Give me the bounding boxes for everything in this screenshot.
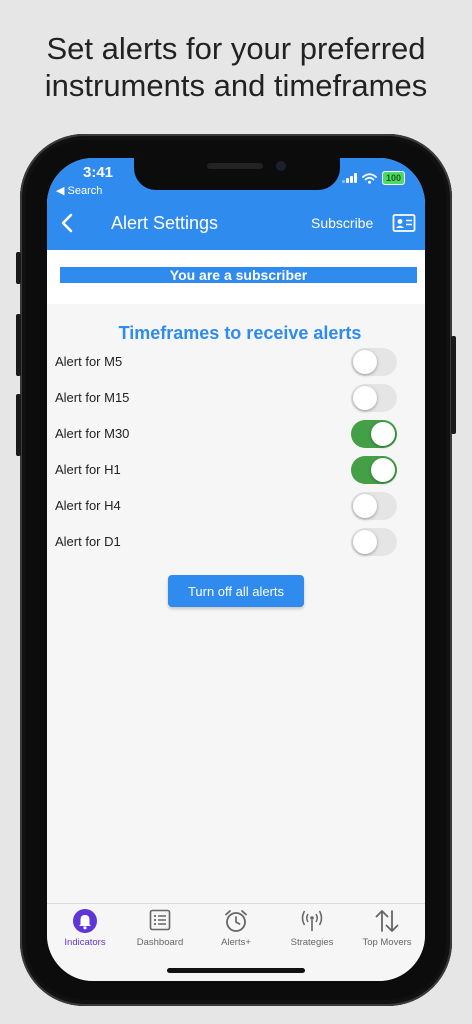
signal-icon	[341, 173, 357, 183]
status-icons: 100	[341, 171, 405, 185]
arrows-up-down-icon	[375, 910, 399, 932]
subscribe-button[interactable]: Subscribe	[311, 215, 373, 231]
toggle-h4[interactable]	[351, 492, 397, 520]
tab-label: Alerts+	[221, 937, 251, 948]
toggle-d1[interactable]	[351, 528, 397, 556]
promo-line-2: instruments and timeframes	[44, 68, 428, 103]
tab-indicators[interactable]: Indicators	[47, 904, 123, 952]
back-to-search-link[interactable]: ◀ Search	[56, 184, 102, 197]
toggle-m30[interactable]	[351, 420, 397, 448]
chevron-left-icon	[61, 213, 73, 233]
tab-label: Strategies	[290, 937, 334, 948]
alert-row-m30: Alert for M30	[55, 416, 400, 452]
alert-label: Alert for M15	[55, 390, 130, 405]
alert-label: Alert for H4	[55, 498, 121, 513]
phone-notch	[134, 158, 340, 190]
bell-icon	[73, 909, 97, 933]
tab-alerts-plus[interactable]: Alerts+	[198, 904, 274, 952]
phone-mute-button	[16, 252, 21, 284]
profile-card-button[interactable]	[392, 213, 416, 238]
app-screen: 3:41 ◀ Search 100 Alert Settings Subscri…	[47, 158, 425, 981]
back-button[interactable]	[57, 210, 77, 236]
turn-off-all-alerts-button[interactable]: Turn off all alerts	[168, 575, 304, 607]
promo-headline: Set alerts for your preferred instrument…	[0, 30, 472, 104]
page-title: Alert Settings	[111, 213, 219, 233]
alert-row-m15: Alert for M15	[55, 380, 400, 416]
home-indicator	[167, 968, 305, 973]
timeframes-title: Timeframes to receive alerts	[118, 323, 362, 343]
wifi-icon	[362, 172, 377, 184]
toggle-h1[interactable]	[351, 456, 397, 484]
alarm-clock-icon	[225, 910, 247, 932]
alert-row-d1: Alert for D1	[55, 524, 400, 560]
battery-icon: 100	[381, 171, 405, 185]
tab-top-movers[interactable]: Top Movers	[349, 904, 425, 952]
id-card-icon	[392, 214, 416, 232]
toggle-m15[interactable]	[351, 384, 397, 412]
broadcast-icon	[301, 910, 323, 931]
toggle-m5[interactable]	[351, 348, 397, 376]
alert-label: Alert for H1	[55, 462, 121, 477]
tab-label: Indicators	[64, 937, 106, 948]
list-icon	[149, 909, 171, 931]
alert-row-m5: Alert for M5	[55, 344, 400, 380]
tab-strategies[interactable]: Strategies	[274, 904, 350, 952]
phone-volume-down-button	[16, 394, 21, 456]
alert-label: Alert for D1	[55, 534, 121, 549]
alert-row-h1: Alert for H1	[55, 452, 400, 488]
subscriber-panel: You are a subscriber	[47, 250, 425, 304]
subscriber-banner: You are a subscriber	[60, 267, 417, 283]
phone-power-button	[451, 336, 456, 434]
alert-label: Alert for M30	[55, 426, 130, 441]
alert-label: Alert for M5	[55, 354, 123, 369]
alert-row-h4: Alert for H4	[55, 488, 400, 524]
tab-dashboard[interactable]: Dashboard	[122, 904, 198, 952]
promo-line-1: Set alerts for your preferred	[46, 31, 426, 66]
status-time: 3:41	[83, 164, 114, 181]
tab-label: Top Movers	[362, 937, 412, 948]
phone-volume-up-button	[16, 314, 21, 376]
tab-label: Dashboard	[136, 937, 184, 948]
